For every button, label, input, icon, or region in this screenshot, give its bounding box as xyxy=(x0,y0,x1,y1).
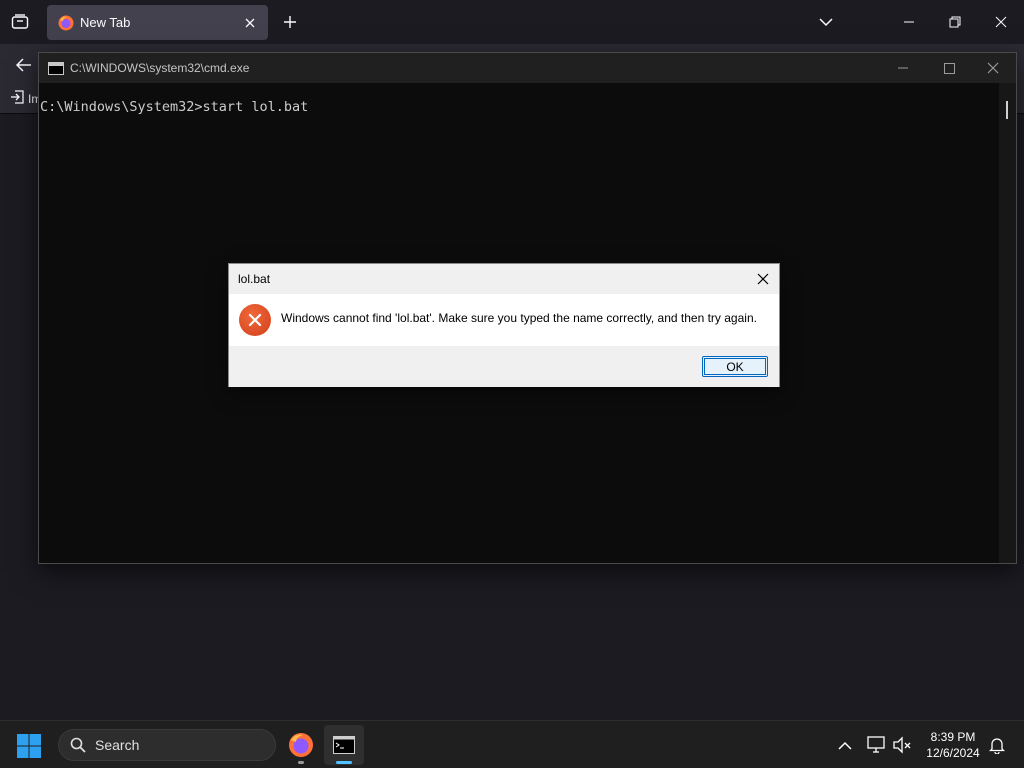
search-icon xyxy=(69,736,87,754)
dialog-title: lol.bat xyxy=(238,272,271,286)
restore-icon[interactable] xyxy=(932,0,978,44)
cmd-maximize-icon[interactable] xyxy=(926,53,972,83)
close-icon[interactable] xyxy=(978,0,1024,44)
cmd-titlebar[interactable]: C:\WINDOWS\system32\cmd.exe xyxy=(39,53,1016,83)
taskbar-search-box[interactable]: Search xyxy=(58,729,276,761)
dialog-message: Windows cannot find 'lol.bat'. Make sure… xyxy=(281,311,757,325)
tab-close-icon[interactable] xyxy=(238,11,262,35)
tab-list-icon[interactable] xyxy=(8,10,32,34)
import-icon xyxy=(10,90,24,107)
terminal-active-indicator xyxy=(336,761,352,764)
taskbar: Search 8:39 PM 12/6/2024 xyxy=(0,720,1024,768)
cmd-window-title: C:\WINDOWS\system32\cmd.exe xyxy=(70,61,250,75)
search-label: Search xyxy=(95,737,140,753)
chevron-up-icon[interactable] xyxy=(833,733,857,757)
clock-time: 8:39 PM xyxy=(930,730,976,744)
ok-button[interactable]: OK xyxy=(702,356,768,377)
browser-tab-bar: New Tab xyxy=(0,0,1024,44)
dialog-body: Windows cannot find 'lol.bat'. Make sure… xyxy=(229,294,779,346)
cmd-scrollbar[interactable] xyxy=(999,83,1016,563)
import-bookmarks-button[interactable]: Im xyxy=(10,90,41,107)
new-tab-icon[interactable] xyxy=(278,10,302,34)
error-icon xyxy=(239,304,271,336)
cmd-icon xyxy=(48,61,64,75)
dialog-close-icon[interactable] xyxy=(751,267,775,291)
tab-title: New Tab xyxy=(80,15,131,30)
volume-muted-icon[interactable] xyxy=(890,733,914,757)
taskbar-firefox-icon[interactable] xyxy=(281,725,321,765)
windows-start-icon[interactable] xyxy=(16,733,44,759)
clock-date: 12/6/2024 xyxy=(926,746,980,760)
minimize-icon[interactable] xyxy=(886,0,932,44)
firefox-running-indicator xyxy=(298,761,304,764)
dialog-footer: OK xyxy=(229,346,779,387)
error-dialog: lol.bat Windows cannot find 'lol.bat'. M… xyxy=(228,263,780,387)
firefox-icon xyxy=(58,15,74,31)
cmd-close-icon[interactable] xyxy=(970,53,1016,83)
network-icon[interactable] xyxy=(865,733,889,757)
tab-new-tab[interactable]: New Tab xyxy=(47,5,268,40)
cmd-prompt-line: C:\Windows\System32>start lol.bat xyxy=(40,99,309,115)
cmd-minimize-icon[interactable] xyxy=(880,53,926,83)
taskbar-clock[interactable]: 8:39 PM 12/6/2024 xyxy=(918,729,988,761)
list-all-tabs-icon[interactable] xyxy=(814,10,838,34)
cmd-scrollbar-thumb[interactable] xyxy=(1006,101,1008,119)
back-arrow-icon[interactable] xyxy=(12,53,36,77)
dialog-titlebar[interactable]: lol.bat xyxy=(229,264,779,294)
taskbar-terminal-icon[interactable] xyxy=(324,725,364,765)
notification-bell-icon[interactable] xyxy=(985,733,1009,757)
